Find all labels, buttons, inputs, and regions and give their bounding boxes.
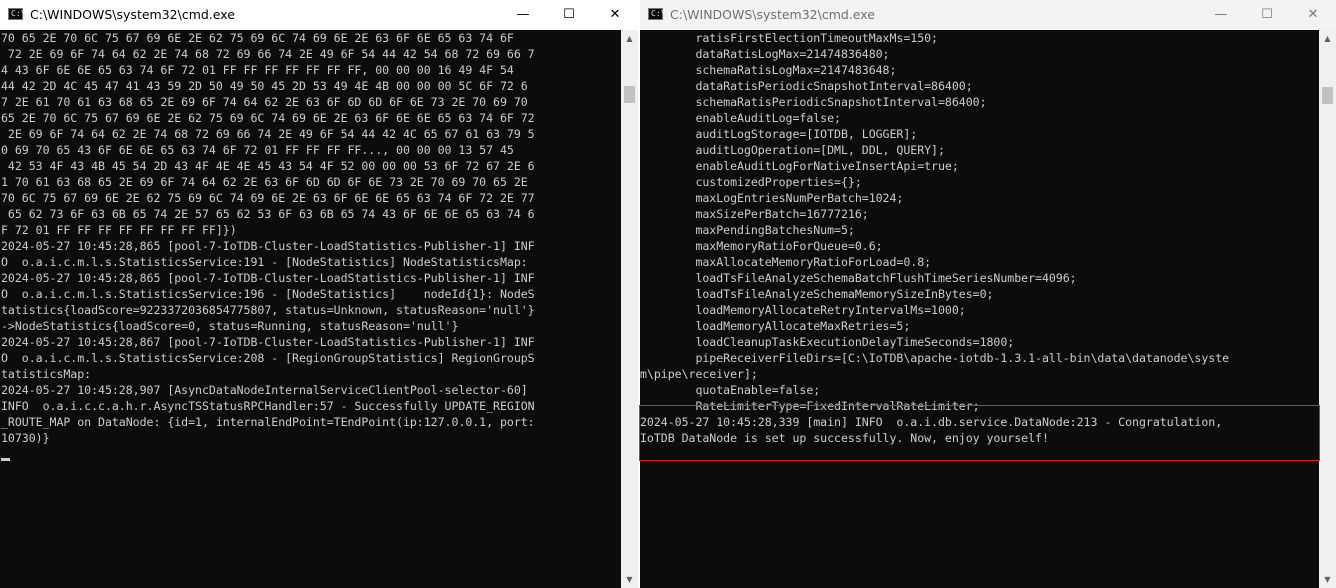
maximize-button[interactable]: ☐ [1244,0,1290,30]
console-line: maxMemoryRatioForQueue=0.6; [640,239,883,253]
console-line: ratisFirstElectionTimeoutMaxMs=150; [640,31,938,45]
console-line: auditLogStorage=[IOTDB, LOGGER]; [640,127,918,141]
cmd-window-left[interactable]: C:\ C:\WINDOWS\system32\cmd.exe — ☐ ✕ 70… [0,0,638,588]
cmd-icon: C:\ [8,8,25,20]
console-line: maxLogEntriesNumPerBatch=1024; [640,191,904,205]
console-line: 2024-05-27 10:45:28,339 [main] INFO o.a.… [640,415,1223,429]
console-text: ratisFirstElectionTimeoutMaxMs=150; data… [640,30,1319,446]
console-line: loadMemoryAllocateMaxRetries=5; [640,319,911,333]
console-line: 4 43 6F 6E 6E 65 63 74 6F 72 01 FF FF FF… [1,63,514,77]
console-line: schemaRatisLogMax=2147483648; [640,63,897,77]
console-output[interactable]: 70 65 2E 70 6C 75 67 69 6E 2E 62 75 69 6… [0,30,621,588]
vertical-scrollbar[interactable]: ▲ ▼ [621,30,638,588]
vertical-scrollbar[interactable]: ▲ ▼ [1319,30,1336,588]
console-line: RateLimiterType=FixedIntervalRateLimiter… [640,399,980,413]
title-bar[interactable]: C:\ C:\WINDOWS\system32\cmd.exe — ☐ ✕ [0,0,638,30]
console-line: dataRatisLogMax=21474836480; [640,47,890,61]
console-line: 2024-05-27 10:45:28,865 [pool-7-IoTDB-Cl… [1,239,535,253]
console-line: maxAllocateMemoryRatioForLoad=0.8; [640,255,932,269]
scroll-up-arrow-icon[interactable]: ▲ [1319,30,1336,47]
console-line: 42 53 4F 43 4B 45 54 2D 43 4F 4E 4E 45 4… [1,159,535,173]
console-line: auditLogOperation=[DML, DDL, QUERY]; [640,143,945,157]
console-line: 2024-05-27 10:45:28,867 [pool-7-IoTDB-Cl… [1,335,535,349]
cmd-icon: C:\ [648,8,665,20]
console-line: 2E 69 6F 74 64 62 2E 74 68 72 69 66 74 2… [1,127,535,141]
cmd-window-right[interactable]: C:\ C:\WINDOWS\system32\cmd.exe — ☐ ✕ ra… [640,0,1336,588]
scroll-up-arrow-icon[interactable]: ▲ [621,30,638,47]
console-line: tatisticsMap: [1,367,92,381]
console-line: loadCleanupTaskExecutionDelayTimeSeconds… [640,335,1015,349]
console-line: _ROUTE_MAP on DataNode: {id=1, internalE… [1,415,535,429]
console-line: enableAuditLogForNativeInsertApi=true; [640,159,959,173]
console-line: INFO o.a.i.c.c.a.h.r.AsyncTSStatusRPCHan… [1,399,535,413]
console-line: 7 2E 61 70 61 63 68 65 2E 69 6F 74 64 62… [1,95,528,109]
console-line: m\pipe\receiver]; [640,367,758,381]
scrollbar-thumb[interactable] [624,86,635,103]
console-line: quotaEnable=false; [640,383,821,397]
console-line: enableAuditLog=false; [640,111,841,125]
close-button[interactable]: ✕ [592,0,638,30]
console-line: dataRatisPeriodicSnapshotInterval=86400; [640,79,973,93]
console-line: 2024-05-27 10:45:28,907 [AsyncDataNodeIn… [1,383,528,397]
maximize-button[interactable]: ☐ [546,0,592,30]
console-line: 44 42 2D 4C 45 47 41 43 59 2D 50 49 50 4… [1,79,528,93]
scrollbar-thumb[interactable] [1322,87,1333,104]
scroll-down-arrow-icon[interactable]: ▼ [621,571,638,588]
console-line: F 72 01 FF FF FF FF FF FF FF FF]}) [1,223,237,237]
console-line: 0 69 70 65 43 6F 6E 6E 65 63 74 6F 72 01… [1,143,514,157]
console-line: IoTDB DataNode is set up successfully. N… [640,431,1049,445]
console-line: ->NodeStatistics{loadScore=0, status=Run… [1,319,459,333]
console-line: 65 2E 70 6C 75 67 69 6E 2E 62 75 69 6C 7… [1,111,535,125]
console-line: pipeReceiverFileDirs=[C:\IoTDB\apache-io… [640,351,1230,365]
console-line: O o.a.i.c.m.l.s.StatisticsService:196 - … [1,287,535,301]
console-line: 70 65 2E 70 6C 75 67 69 6E 2E 62 75 69 6… [1,31,514,45]
text-cursor [1,458,10,461]
console-text: 70 65 2E 70 6C 75 67 69 6E 2E 62 75 69 6… [0,30,621,462]
window-title: C:\WINDOWS\system32\cmd.exe [670,7,875,22]
minimize-button[interactable]: — [500,0,546,30]
console-line: tatistics{loadScore=9223372036854775807,… [1,303,535,317]
console-line: 2024-05-27 10:45:28,865 [pool-7-IoTDB-Cl… [1,271,535,285]
console-line: 10730)} [1,431,50,445]
console-line: O o.a.i.c.m.l.s.StatisticsService:208 - … [1,351,535,365]
console-line: maxPendingBatchesNum=5; [640,223,855,237]
console-line: 70 6C 75 67 69 6E 2E 62 75 69 6C 74 69 6… [1,191,535,205]
console-line: loadTsFileAnalyzeSchemaBatchFlushTimeSer… [640,271,1077,285]
console-line: loadMemoryAllocateRetryIntervalMs=1000; [640,303,966,317]
close-button[interactable]: ✕ [1290,0,1336,30]
title-bar[interactable]: C:\ C:\WINDOWS\system32\cmd.exe — ☐ ✕ [640,0,1336,30]
console-line: 1 70 61 63 68 65 2E 69 6F 74 64 62 2E 63… [1,175,528,189]
console-line: customizedProperties={}; [640,175,862,189]
console-line: loadTsFileAnalyzeSchemaMemorySizeInBytes… [640,287,994,301]
scroll-down-arrow-icon[interactable]: ▼ [1319,571,1336,588]
minimize-button[interactable]: — [1198,0,1244,30]
console-output[interactable]: ratisFirstElectionTimeoutMaxMs=150; data… [640,30,1319,588]
console-line: 72 2E 69 6F 74 64 62 2E 74 68 72 69 66 7… [1,47,535,61]
console-line: O o.a.i.c.m.l.s.StatisticsService:191 - … [1,255,528,269]
console-line: maxSizePerBatch=16777216; [640,207,869,221]
console-line: schemaRatisPeriodicSnapshotInterval=8640… [640,95,987,109]
window-title: C:\WINDOWS\system32\cmd.exe [30,7,235,22]
console-line: 65 62 73 6F 63 6B 65 74 2E 57 65 62 53 6… [1,207,535,221]
